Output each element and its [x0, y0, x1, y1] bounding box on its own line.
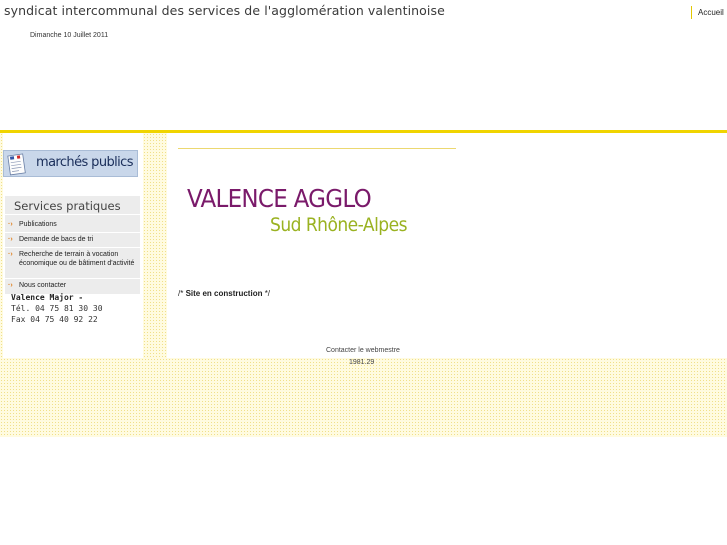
contact-phone: Tél. 04 75 81 30 30	[11, 304, 103, 313]
construction-notice: /* Site en construction */	[178, 289, 270, 298]
construction-prefix: /*	[178, 289, 186, 298]
sidebar: marchés publics Services pratiques ·› Pu…	[3, 133, 143, 358]
arrow-right-icon: ·›	[8, 282, 13, 289]
contact-webmaster-link[interactable]: Contacter le webmestre	[326, 347, 400, 354]
main-divider	[178, 148, 456, 149]
current-date: Dimanche 10 Juillet 2011	[30, 32, 109, 39]
construction-text: Site en construction	[185, 289, 263, 298]
service-item-publications[interactable]: ·› Publications	[5, 220, 140, 229]
contact-name: Valence Major -	[11, 293, 84, 302]
home-link-container: Accueil	[691, 6, 724, 19]
service-item-recherche-terrain[interactable]: ·› Recherche de terrain à vocation écono…	[5, 250, 140, 268]
main-content: VALENCE AGGLO Sud Rhône-Alpes /* Site en…	[167, 133, 727, 358]
construction-suffix: */	[262, 289, 271, 298]
item-divider	[5, 278, 140, 279]
marches-publics-banner[interactable]: marchés publics	[3, 150, 138, 177]
services-title: Services pratiques	[14, 199, 121, 213]
service-item-label: Demande de bacs de tri	[19, 236, 94, 243]
service-item-label: Publications	[19, 221, 57, 228]
logo-subtitle: Sud Rhône-Alpes	[270, 214, 407, 236]
marches-publics-label: marchés publics	[36, 155, 133, 170]
item-divider	[5, 232, 140, 233]
sidebar-separator	[143, 133, 167, 358]
services-pratiques-box: Services pratiques ·› Publications ·› De…	[5, 196, 140, 294]
logo-title: VALENCE AGGLO	[187, 184, 372, 213]
arrow-right-icon: ·›	[8, 221, 13, 228]
service-item-nous-contacter[interactable]: ·› Nous contacter	[5, 281, 140, 290]
site-title: syndicat intercommunal des services de l…	[4, 3, 445, 18]
services-title-divider	[5, 214, 140, 215]
service-item-label: Nous contacter	[19, 282, 67, 289]
item-divider	[5, 247, 140, 248]
arrow-right-icon: ·›	[8, 251, 13, 258]
contact-fax: Fax 04 75 40 92 22	[11, 315, 98, 324]
service-item-label: Recherche de terrain à vocation économiq…	[19, 251, 135, 267]
contact-block: Valence Major - Tél. 04 75 81 30 30 Fax …	[11, 292, 103, 325]
document-icon	[7, 153, 26, 176]
visit-counter: 1981.29	[349, 359, 375, 366]
arrow-right-icon: ·›	[8, 236, 13, 243]
home-link[interactable]: Accueil	[698, 6, 724, 19]
page-header: syndicat intercommunal des services de l…	[0, 0, 727, 133]
service-item-bacs-de-tri[interactable]: ·› Demande de bacs de tri	[5, 235, 140, 244]
